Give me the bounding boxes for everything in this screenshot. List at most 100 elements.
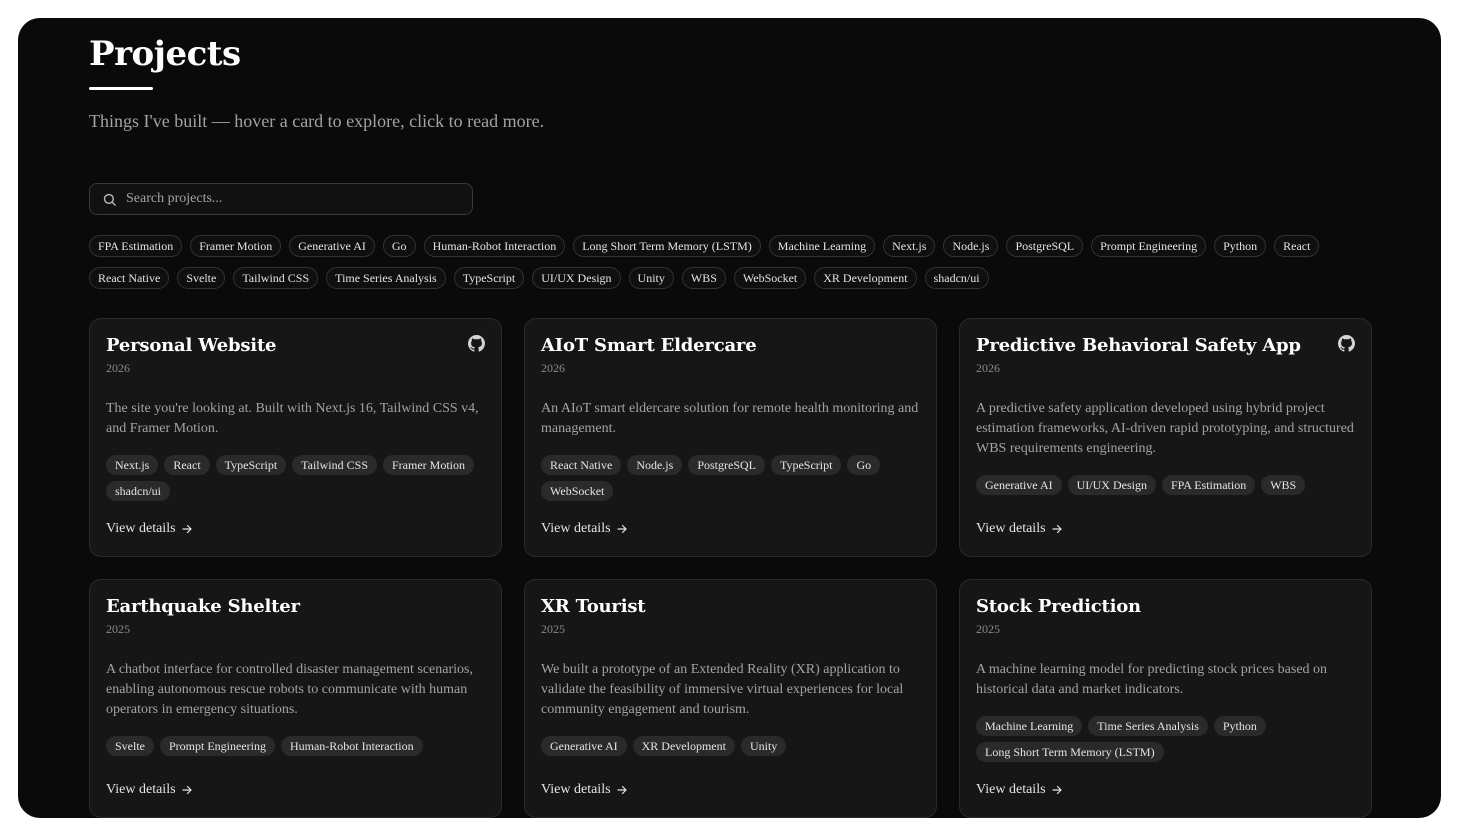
project-year: 2025 [106,622,130,636]
title-underline [89,87,153,90]
filter-chip[interactable]: Framer Motion [190,235,282,257]
filter-chip[interactable]: React [1274,235,1320,257]
tech-tag: Framer Motion [383,455,474,475]
filter-chip[interactable]: Svelte [177,267,226,289]
tech-tag: Go [847,455,881,475]
github-icon[interactable] [1338,335,1355,352]
project-tags: React Native Node.js PostgreSQL TypeScript G… [541,455,921,501]
view-details-link[interactable]: View details [106,781,193,799]
project-year: 2026 [106,361,130,375]
page-subtitle: Things I've built — hover a card to expl… [89,111,545,131]
project-card[interactable]: Personal Website 2026 The site you're look… [89,318,502,557]
project-card[interactable]: Predictive Behavioral Safety App 2026 A pr… [959,318,1372,557]
tech-tag: TypeScript [215,455,287,475]
tech-tag: Prompt Engineering [160,736,275,756]
view-details-label: View details [976,782,1046,797]
project-year: 2025 [541,622,565,636]
arrow-right-icon [1051,523,1063,535]
project-description: We built a prototype of an Extended Real… [541,662,904,717]
tech-tag: Human-Robot Interaction [280,736,423,756]
project-card[interactable]: Stock Prediction 2025 A machine learning m… [959,579,1372,818]
filter-chip[interactable]: Node.js [943,235,999,257]
filter-chip[interactable]: FPA Estimation [89,235,183,257]
project-title: XR Tourist [541,596,646,617]
project-description: A predictive safety application develope… [976,401,1354,456]
filter-chip[interactable]: Prompt Engineering [1091,235,1207,257]
tech-tag: shadcn/ui [106,481,170,501]
search-icon [103,193,116,206]
project-tags: Svelte Prompt Engineering Human-Robot Inte… [106,736,486,756]
view-details-link[interactable]: View details [541,781,628,799]
search-box[interactable] [89,183,473,215]
tech-tag: Generative AI [541,736,627,756]
filter-chip[interactable]: shadcn/ui [924,267,989,289]
filter-chip[interactable]: WBS [681,267,726,289]
filter-chip[interactable]: Long Short Term Memory (LSTM) [573,235,761,257]
filter-chip[interactable]: React Native [89,267,170,289]
view-details-link[interactable]: View details [976,781,1063,799]
view-details-label: View details [106,782,176,797]
arrow-right-icon [1051,784,1063,796]
project-title: Personal Website [106,335,277,356]
view-details-link[interactable]: View details [541,520,628,538]
tech-tag: Time Series Analysis [1088,716,1208,736]
project-year: 2026 [976,361,1000,375]
tech-tag: Next.js [106,455,159,475]
filter-chip[interactable]: UI/UX Design [532,267,621,289]
project-card[interactable]: Earthquake Shelter 2025 A chatbot interfac… [89,579,502,818]
filter-chip[interactable]: PostgreSQL [1006,235,1084,257]
tech-tag: FPA Estimation [1161,475,1256,495]
tech-tag: PostgreSQL [688,455,765,475]
filter-chip[interactable]: Unity [628,267,674,289]
filter-chip[interactable]: TypeScript [453,267,525,289]
tech-tag: WebSocket [541,481,614,501]
filter-chip[interactable]: WebSocket [733,267,807,289]
view-details-label: View details [541,521,611,536]
tech-tag: Node.js [627,455,683,475]
arrow-right-icon [616,523,628,535]
arrow-right-icon [181,784,193,796]
project-description: An AIoT smart eldercare solution for rem… [541,401,919,436]
filter-chip[interactable]: XR Development [814,267,917,289]
project-description: The site you're looking at. Built with N… [106,401,479,436]
project-card[interactable]: AIoT Smart Eldercare 2026 An AIoT smart el… [524,318,937,557]
arrow-right-icon [181,523,193,535]
browser-window: Projects Things I've built — hover a car… [18,18,1441,818]
project-description: A machine learning model for predicting … [976,662,1328,697]
project-tags: Next.js React TypeScript Tailwind CSS Framer… [106,455,486,501]
tech-tag: TypeScript [770,455,842,475]
github-icon[interactable] [468,335,485,352]
filter-chip[interactable]: Tailwind CSS [233,267,319,289]
tech-tag: Unity [740,736,787,756]
project-year: 2026 [541,361,565,375]
arrow-right-icon [616,784,628,796]
project-description: A chatbot interface for controlled disas… [106,662,473,717]
filter-chip[interactable]: Generative AI [289,235,375,257]
project-tags: Generative AI XR Development Unity [541,736,921,756]
search-input[interactable] [126,191,472,207]
filter-chip[interactable]: Machine Learning [768,235,876,257]
filter-chip[interactable]: Go [382,235,416,257]
filter-chip[interactable]: Next.js [883,235,936,257]
project-card[interactable]: XR Tourist 2025 We built a prototype of an… [524,579,937,818]
filter-chip[interactable]: Human-Robot Interaction [423,235,566,257]
view-details-label: View details [976,521,1046,536]
tech-tag: Machine Learning [976,716,1083,736]
page-title: Projects [89,34,241,74]
view-details-link[interactable]: View details [106,520,193,538]
project-title: AIoT Smart Eldercare [541,335,757,356]
filter-chip[interactable]: Time Series Analysis [326,267,446,289]
tech-tag: Long Short Term Memory (LSTM) [976,742,1164,762]
project-tags: Generative AI UI/UX Design FPA Estimation W… [976,475,1356,495]
tag-filter-list: FPA Estimation Framer Motion Generative AI… [89,235,1349,289]
tech-tag: Tailwind CSS [292,455,377,475]
view-details-label: View details [541,782,611,797]
filter-chip[interactable]: Python [1214,235,1267,257]
project-tags: Machine Learning Time Series Analysis Pyth… [976,716,1356,762]
view-details-label: View details [106,521,176,536]
tech-tag: XR Development [632,736,735,756]
tech-tag: Svelte [106,736,154,756]
project-title: Predictive Behavioral Safety App [976,335,1301,356]
view-details-link[interactable]: View details [976,520,1063,538]
project-title: Earthquake Shelter [106,596,300,617]
